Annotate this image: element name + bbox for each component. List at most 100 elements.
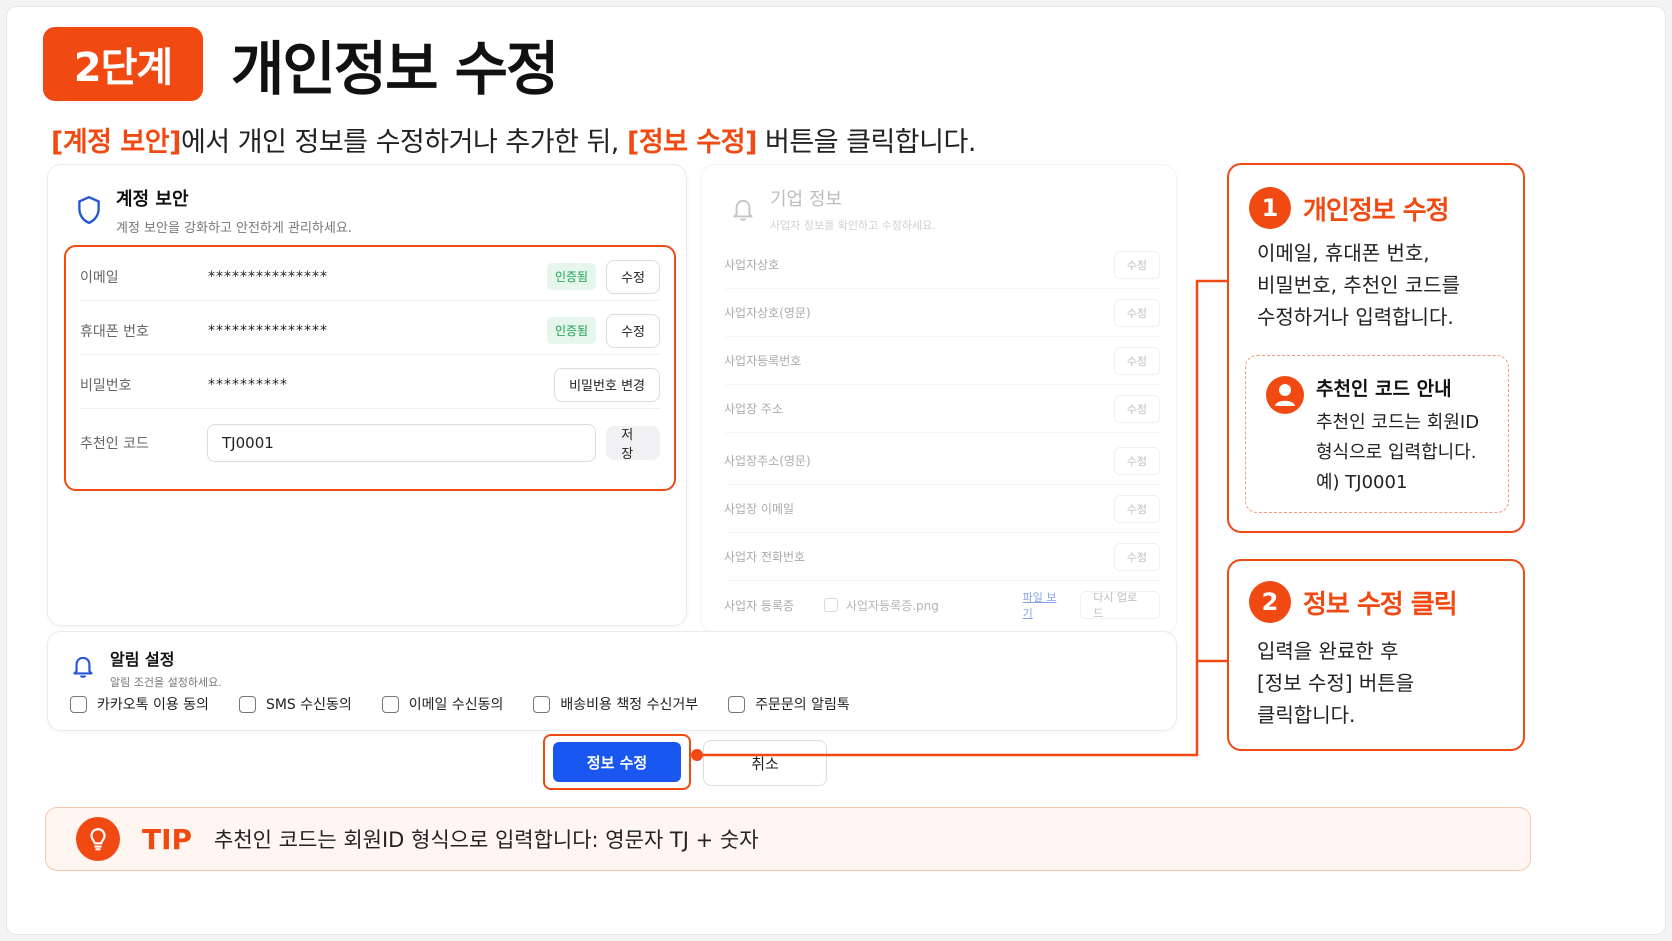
email-edit-button[interactable]: 수정	[606, 259, 660, 294]
security-row-phone: 휴대폰 번호 *************** 인증됨 수정	[80, 307, 660, 355]
business-card-header: 기업 정보 사업자 정보를 확인하고 수정하세요.	[730, 185, 936, 233]
notify-card-header: 알림 설정 알림 조건을 설정하세요.	[70, 646, 222, 690]
note-title: 추천인 코드 안내	[1316, 378, 1452, 400]
business-name-en-label: 사업자상호(영문)	[724, 306, 811, 320]
business-card: 기업 정보 사업자 정보를 확인하고 수정하세요. 사업자상호 수정 사업자상호(…	[701, 164, 1177, 634]
tip-bar: TIP 추천인 코드는 회원ID 형식으로 입력합니다: 영문자 TJ + 숫자	[45, 807, 1531, 871]
user-icon	[1266, 376, 1304, 414]
notify-options: 카카오톡 이용 동의 SMS 수신동의 이메일 수신동의 배송비용 책정 수신거…	[70, 694, 850, 714]
notify-card-title: 알림 설정	[110, 650, 175, 669]
update-info-button[interactable]: 정보 수정	[553, 742, 681, 782]
business-email-label: 사업장 이메일	[724, 502, 795, 516]
business-email-edit-button[interactable]: 수정	[1113, 494, 1160, 523]
option-label: 주문문의 알림톡	[755, 697, 850, 713]
notify-option-sms[interactable]: SMS 수신동의	[238, 694, 352, 714]
step-badge: 2단계	[43, 27, 203, 101]
password-value: **********	[208, 376, 288, 393]
file-checkbox[interactable]	[824, 598, 838, 612]
annotation-1-line: 이메일, 휴대폰 번호,	[1257, 241, 1430, 265]
notify-option-kakao[interactable]: 카카오톡 이용 동의	[70, 694, 209, 714]
notify-option-email[interactable]: 이메일 수신동의	[381, 694, 504, 714]
annotation-personal-info: 1 개인정보 수정 이메일, 휴대폰 번호, 비밀번호, 추천인 코드를 수정하…	[1227, 163, 1525, 533]
note-body: 추천인 코드는 회원ID 형식으로 입력합니다. 예) TJ0001	[1316, 408, 1479, 498]
note-line: 추천인 코드는 회원ID	[1316, 412, 1480, 433]
cancel-button[interactable]: 취소	[703, 740, 827, 786]
business-row: 사업자등록번호 수정	[724, 337, 1160, 385]
business-card-desc: 사업자 정보를 확인하고 수정하세요.	[770, 219, 936, 232]
annotation-2-line: [정보 수정] 버튼을	[1257, 671, 1415, 695]
annotation-2-body: 입력을 완료한 후 [정보 수정] 버튼을 클릭합니다.	[1257, 635, 1414, 731]
business-row: 사업자상호 수정	[724, 241, 1160, 289]
business-certificate-label: 사업자 등록증	[724, 598, 795, 613]
business-name-en-edit-button[interactable]: 수정	[1113, 298, 1160, 327]
security-row-email: 이메일 *************** 인증됨 수정	[80, 253, 660, 301]
business-name-label: 사업자상호	[724, 258, 780, 272]
notify-card: 알림 설정 알림 조건을 설정하세요. 카카오톡 이용 동의 SMS 수신동의 …	[47, 631, 1177, 731]
security-card-header: 계정 보안 계정 보안을 강화하고 안전하게 관리하세요.	[76, 185, 352, 236]
email-verified-badge: 인증됨	[546, 263, 597, 290]
annotation-1-body: 이메일, 휴대폰 번호, 비밀번호, 추천인 코드를 수정하거나 입력합니다.	[1257, 237, 1460, 333]
checkbox[interactable]	[70, 695, 87, 713]
referral-code-note: 추천인 코드 안내 추천인 코드는 회원ID 형식으로 입력합니다. 예) TJ…	[1245, 355, 1509, 513]
option-label: 이메일 수신동의	[408, 697, 504, 713]
business-row: 사업장주소(영문) 수정	[724, 437, 1160, 485]
checkbox[interactable]	[238, 695, 256, 713]
referral-code-input[interactable]: TJ0001	[207, 424, 597, 462]
security-card-desc: 계정 보안을 강화하고 안전하게 관리하세요.	[116, 221, 352, 236]
notify-option-order[interactable]: 주문문의 알림톡	[728, 694, 850, 714]
annotation-2-line: 클릭합니다.	[1257, 703, 1356, 727]
business-phone-edit-button[interactable]: 수정	[1113, 542, 1160, 571]
security-row-referral: 추천인 코드 TJ0001 저장	[80, 417, 660, 469]
checkbox[interactable]	[381, 695, 399, 713]
referral-save-button[interactable]: 저장	[606, 426, 660, 462]
tip-text: 추천인 코드는 회원ID 형식으로 입력합니다: 영문자 TJ + 숫자	[214, 828, 759, 852]
option-label: 배송비용 책정 수신거부	[560, 697, 699, 713]
business-address-label: 사업장 주소	[724, 402, 784, 416]
business-address-en-edit-button[interactable]: 수정	[1113, 446, 1160, 475]
submit-highlight-box: 정보 수정	[543, 734, 691, 790]
email-value: ***************	[208, 268, 328, 285]
business-certificate-file: 사업자등록증.png	[824, 597, 1023, 614]
subtitle-highlight-update: [정보 수정]	[626, 127, 757, 158]
checkbox[interactable]	[533, 695, 551, 713]
business-address-edit-button[interactable]: 수정	[1113, 394, 1160, 423]
business-name-edit-button[interactable]: 수정	[1113, 250, 1160, 279]
annotation-1-line: 수정하거나 입력합니다.	[1257, 305, 1454, 329]
option-label: 카카오톡 이용 동의	[97, 697, 209, 713]
lightbulb-icon	[76, 817, 120, 861]
business-row: 사업장 주소 수정	[724, 385, 1160, 433]
note-line: 형식으로 입력합니다.	[1316, 442, 1477, 463]
file-name: 사업자등록증.png	[846, 598, 939, 613]
security-card: 계정 보안 계정 보안을 강화하고 안전하게 관리하세요. 이메일 ******…	[47, 164, 687, 626]
annotation-2-title: 정보 수정 클릭	[1303, 589, 1458, 620]
checkbox[interactable]	[728, 695, 746, 713]
password-label: 비밀번호	[80, 377, 132, 394]
security-row-password: 비밀번호 ********** 비밀번호 변경	[80, 361, 660, 409]
subtitle-highlight-account: [계정 보안]	[51, 127, 181, 158]
notify-card-desc: 알림 조건을 설정하세요.	[110, 676, 222, 689]
business-reg-number-edit-button[interactable]: 수정	[1113, 346, 1160, 375]
annotation-1-line: 비밀번호, 추천인 코드를	[1257, 273, 1461, 297]
phone-label: 휴대폰 번호	[80, 323, 149, 340]
annotation-2-line: 입력을 완료한 후	[1257, 639, 1399, 663]
page-title: 개인정보 수정	[231, 35, 559, 103]
annotation-1-header: 1 개인정보 수정	[1249, 187, 1450, 229]
business-address-en-label: 사업장주소(영문)	[724, 454, 811, 468]
annotation-1-title: 개인정보 수정	[1303, 195, 1450, 226]
tip-label: TIP	[142, 822, 193, 856]
phone-value: ***************	[208, 322, 328, 339]
subtitle-text-1: 에서 개인 정보를 수정하거나 추가한 뒤,	[180, 127, 627, 158]
phone-edit-button[interactable]: 수정	[606, 313, 660, 348]
referral-code-label: 추천인 코드	[80, 436, 149, 452]
business-file-row: 사업자 등록증 사업자등록증.png 파일 보기 다시 업로드	[724, 581, 1160, 629]
reupload-button[interactable]: 다시 업로드	[1080, 591, 1160, 620]
subtitle-text-2: 버튼을 클릭합니다.	[756, 127, 976, 158]
guide-slide: 2단계 개인정보 수정 [계정 보안]에서 개인 정보를 수정하거나 추가한 뒤…	[6, 6, 1666, 935]
change-password-button[interactable]: 비밀번호 변경	[554, 367, 660, 402]
view-file-link[interactable]: 파일 보기	[1023, 589, 1067, 621]
bell-icon	[733, 199, 753, 221]
notify-option-shipping[interactable]: 배송비용 책정 수신거부	[533, 694, 698, 714]
security-highlight-box: 이메일 *************** 인증됨 수정 휴대폰 번호 ******…	[64, 245, 676, 491]
business-phone-label: 사업자 전화번호	[724, 550, 806, 564]
step-number-2: 2	[1249, 581, 1291, 623]
